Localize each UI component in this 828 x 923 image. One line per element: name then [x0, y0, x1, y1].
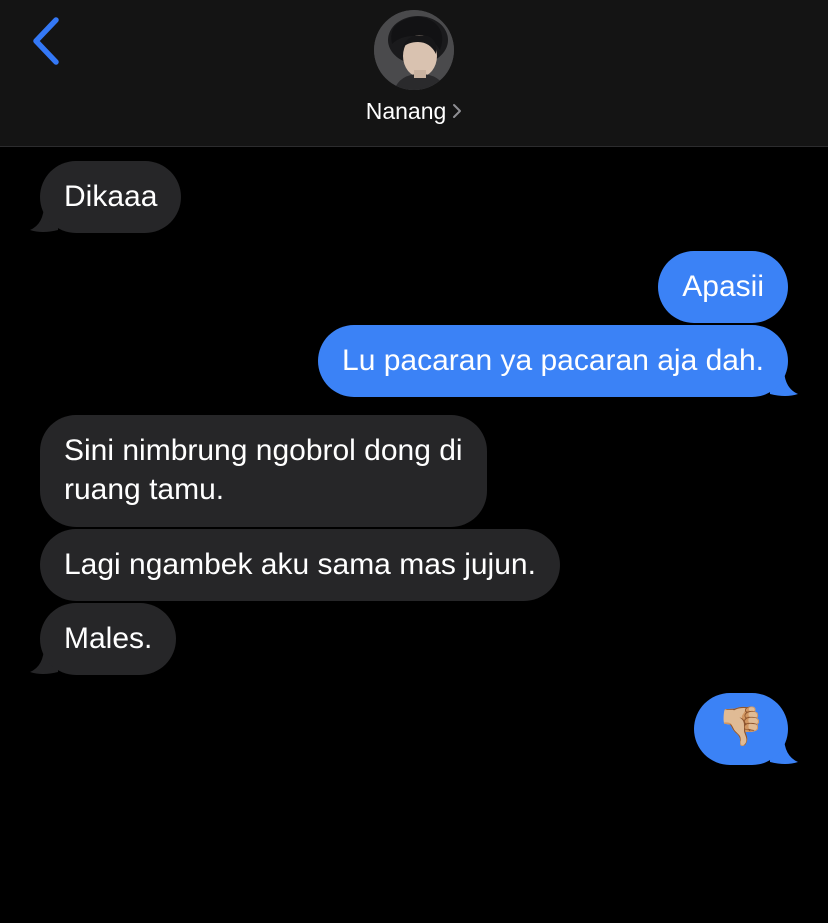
message-bubble-incoming[interactable]: Sini nimbrung ngobrol dong di ruang tamu…	[40, 415, 487, 527]
chevron-right-icon	[453, 104, 462, 119]
message-bubble-outgoing[interactable]: Apasii	[658, 251, 788, 323]
contact-avatar[interactable]	[374, 10, 454, 90]
contact-name-button[interactable]: Nanang	[0, 96, 828, 126]
chevron-left-icon	[33, 17, 59, 65]
message-text: Lagi ngambek aku sama mas jujun.	[64, 548, 536, 581]
message-text: Apasii	[682, 270, 764, 303]
message-text-line: Sini nimbrung ngobrol dong di	[64, 434, 463, 467]
thumbs-down-icon: 👎🏼	[717, 706, 765, 748]
message-bubble-outgoing[interactable]: 👎🏼	[694, 693, 788, 765]
avatar-image	[374, 10, 454, 90]
message-bubble-incoming[interactable]: Dikaaa	[40, 161, 182, 233]
message-bubble-incoming[interactable]: Lagi ngambek aku sama mas jujun.	[40, 529, 560, 601]
back-button[interactable]	[26, 14, 70, 70]
message-bubble-outgoing[interactable]: Lu pacaran ya pacaran aja dah.	[318, 325, 788, 397]
conversation-header: Nanang	[0, 0, 828, 147]
message-bubble-incoming[interactable]: Males.	[40, 603, 177, 675]
message-text: Dikaaa	[64, 180, 158, 213]
message-text-line: ruang tamu.	[64, 473, 225, 506]
contact-name: Nanang	[365, 98, 447, 124]
message-text: Males.	[64, 622, 153, 655]
message-text: Lu pacaran ya pacaran aja dah.	[342, 344, 764, 377]
